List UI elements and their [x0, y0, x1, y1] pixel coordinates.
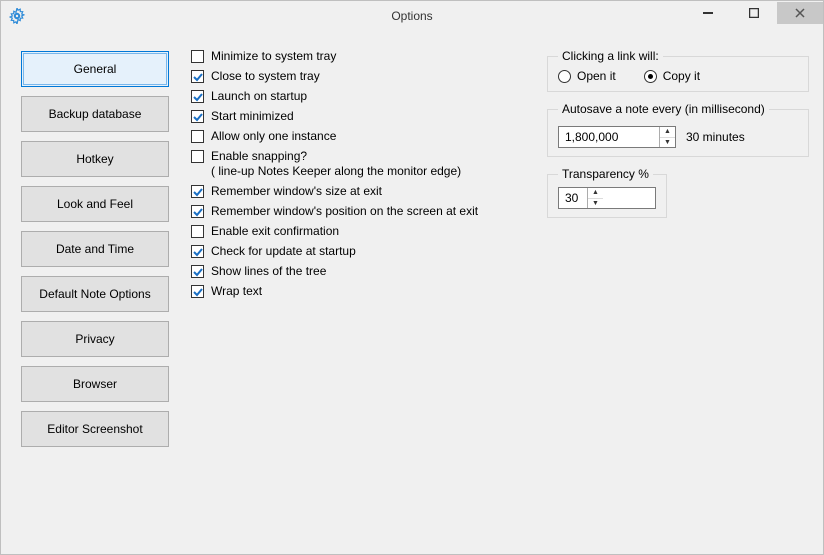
radio-label: Copy it [663, 69, 700, 83]
checkbox-label: Enable snapping? [211, 149, 307, 163]
right-panel: Clicking a link will: Open it Copy it Au… [547, 45, 809, 540]
checkbox-check-update[interactable] [191, 245, 204, 258]
autosave-input[interactable] [559, 127, 659, 147]
nav-item-browser[interactable]: Browser [21, 366, 169, 402]
checkbox-label: Close to system tray [211, 69, 320, 84]
radio-open-it[interactable]: Open it [558, 69, 616, 83]
link-click-legend: Clicking a link will: [558, 49, 663, 63]
checkbox-exit-confirmation[interactable] [191, 225, 204, 238]
category-nav: General Backup database Hotkey Look and … [15, 45, 175, 540]
transparency-group: Transparency % ▲▼ [547, 167, 667, 218]
maximize-button[interactable] [731, 2, 777, 24]
checkbox-sublabel: ( line-up Notes Keeper along the monitor… [211, 164, 461, 178]
nav-item-backup-database[interactable]: Backup database [21, 96, 169, 132]
checkbox-launch-on-startup[interactable] [191, 90, 204, 103]
spinner-down-icon[interactable]: ▼ [660, 138, 675, 148]
nav-item-label: Default Note Options [39, 287, 150, 301]
nav-item-editor-screenshot[interactable]: Editor Screenshot [21, 411, 169, 447]
spinner-down-icon[interactable]: ▼ [588, 199, 603, 209]
autosave-spinner: ▲▼ [558, 126, 676, 148]
nav-item-label: Hotkey [76, 152, 113, 166]
checkbox-label: Launch on startup [211, 89, 307, 104]
checkbox-enable-snapping[interactable] [191, 150, 204, 163]
nav-item-privacy[interactable]: Privacy [21, 321, 169, 357]
window-controls [685, 1, 823, 30]
checkbox-label: Remember window's size at exit [211, 184, 382, 199]
nav-item-label: Privacy [75, 332, 114, 346]
nav-item-label: Browser [73, 377, 117, 391]
checkbox-label: Start minimized [211, 109, 294, 124]
autosave-hint: 30 minutes [686, 130, 745, 144]
checkbox-label-group: Enable snapping?( line-up Notes Keeper a… [211, 149, 461, 179]
radio-copy-it[interactable]: Copy it [644, 69, 700, 83]
checkbox-minimize-to-tray[interactable] [191, 50, 204, 63]
transparency-input[interactable] [559, 188, 587, 208]
spinner-up-icon[interactable]: ▲ [588, 188, 603, 199]
link-click-group: Clicking a link will: Open it Copy it [547, 49, 809, 92]
checkbox-wrap-text[interactable] [191, 285, 204, 298]
transparency-spinner: ▲▼ [558, 187, 656, 209]
autosave-group: Autosave a note every (in millisecond) ▲… [547, 102, 809, 157]
nav-item-label: General [74, 62, 117, 76]
nav-item-label: Look and Feel [57, 197, 133, 211]
nav-item-label: Backup database [49, 107, 142, 121]
transparency-legend: Transparency % [558, 167, 653, 181]
nav-item-general[interactable]: General [21, 51, 169, 87]
checkbox-one-instance[interactable] [191, 130, 204, 143]
nav-item-label: Date and Time [56, 242, 134, 256]
window-body: General Backup database Hotkey Look and … [1, 30, 823, 554]
checkbox-label: Wrap text [211, 284, 262, 299]
checkbox-label: Remember window's position on the screen… [211, 204, 478, 219]
nav-item-hotkey[interactable]: Hotkey [21, 141, 169, 177]
checkbox-label: Check for update at startup [211, 244, 356, 259]
checkbox-label: Allow only one instance [211, 129, 336, 144]
gear-icon [9, 8, 25, 24]
minimize-button[interactable] [685, 2, 731, 24]
radio-label: Open it [577, 69, 616, 83]
checkbox-label: Show lines of the tree [211, 264, 326, 279]
titlebar: Options [1, 1, 823, 30]
checkbox-show-tree-lines[interactable] [191, 265, 204, 278]
nav-item-default-note-options[interactable]: Default Note Options [21, 276, 169, 312]
general-options: Minimize to system tray Close to system … [191, 45, 478, 540]
checkbox-close-to-tray[interactable] [191, 70, 204, 83]
nav-item-date-and-time[interactable]: Date and Time [21, 231, 169, 267]
spinner-up-icon[interactable]: ▲ [660, 127, 675, 138]
checkbox-remember-position[interactable] [191, 205, 204, 218]
nav-item-label: Editor Screenshot [47, 422, 142, 436]
close-button[interactable] [777, 2, 823, 24]
autosave-legend: Autosave a note every (in millisecond) [558, 102, 769, 116]
checkbox-remember-size[interactable] [191, 185, 204, 198]
nav-item-look-and-feel[interactable]: Look and Feel [21, 186, 169, 222]
checkbox-label: Minimize to system tray [211, 49, 336, 64]
checkbox-label: Enable exit confirmation [211, 224, 339, 239]
checkbox-start-minimized[interactable] [191, 110, 204, 123]
